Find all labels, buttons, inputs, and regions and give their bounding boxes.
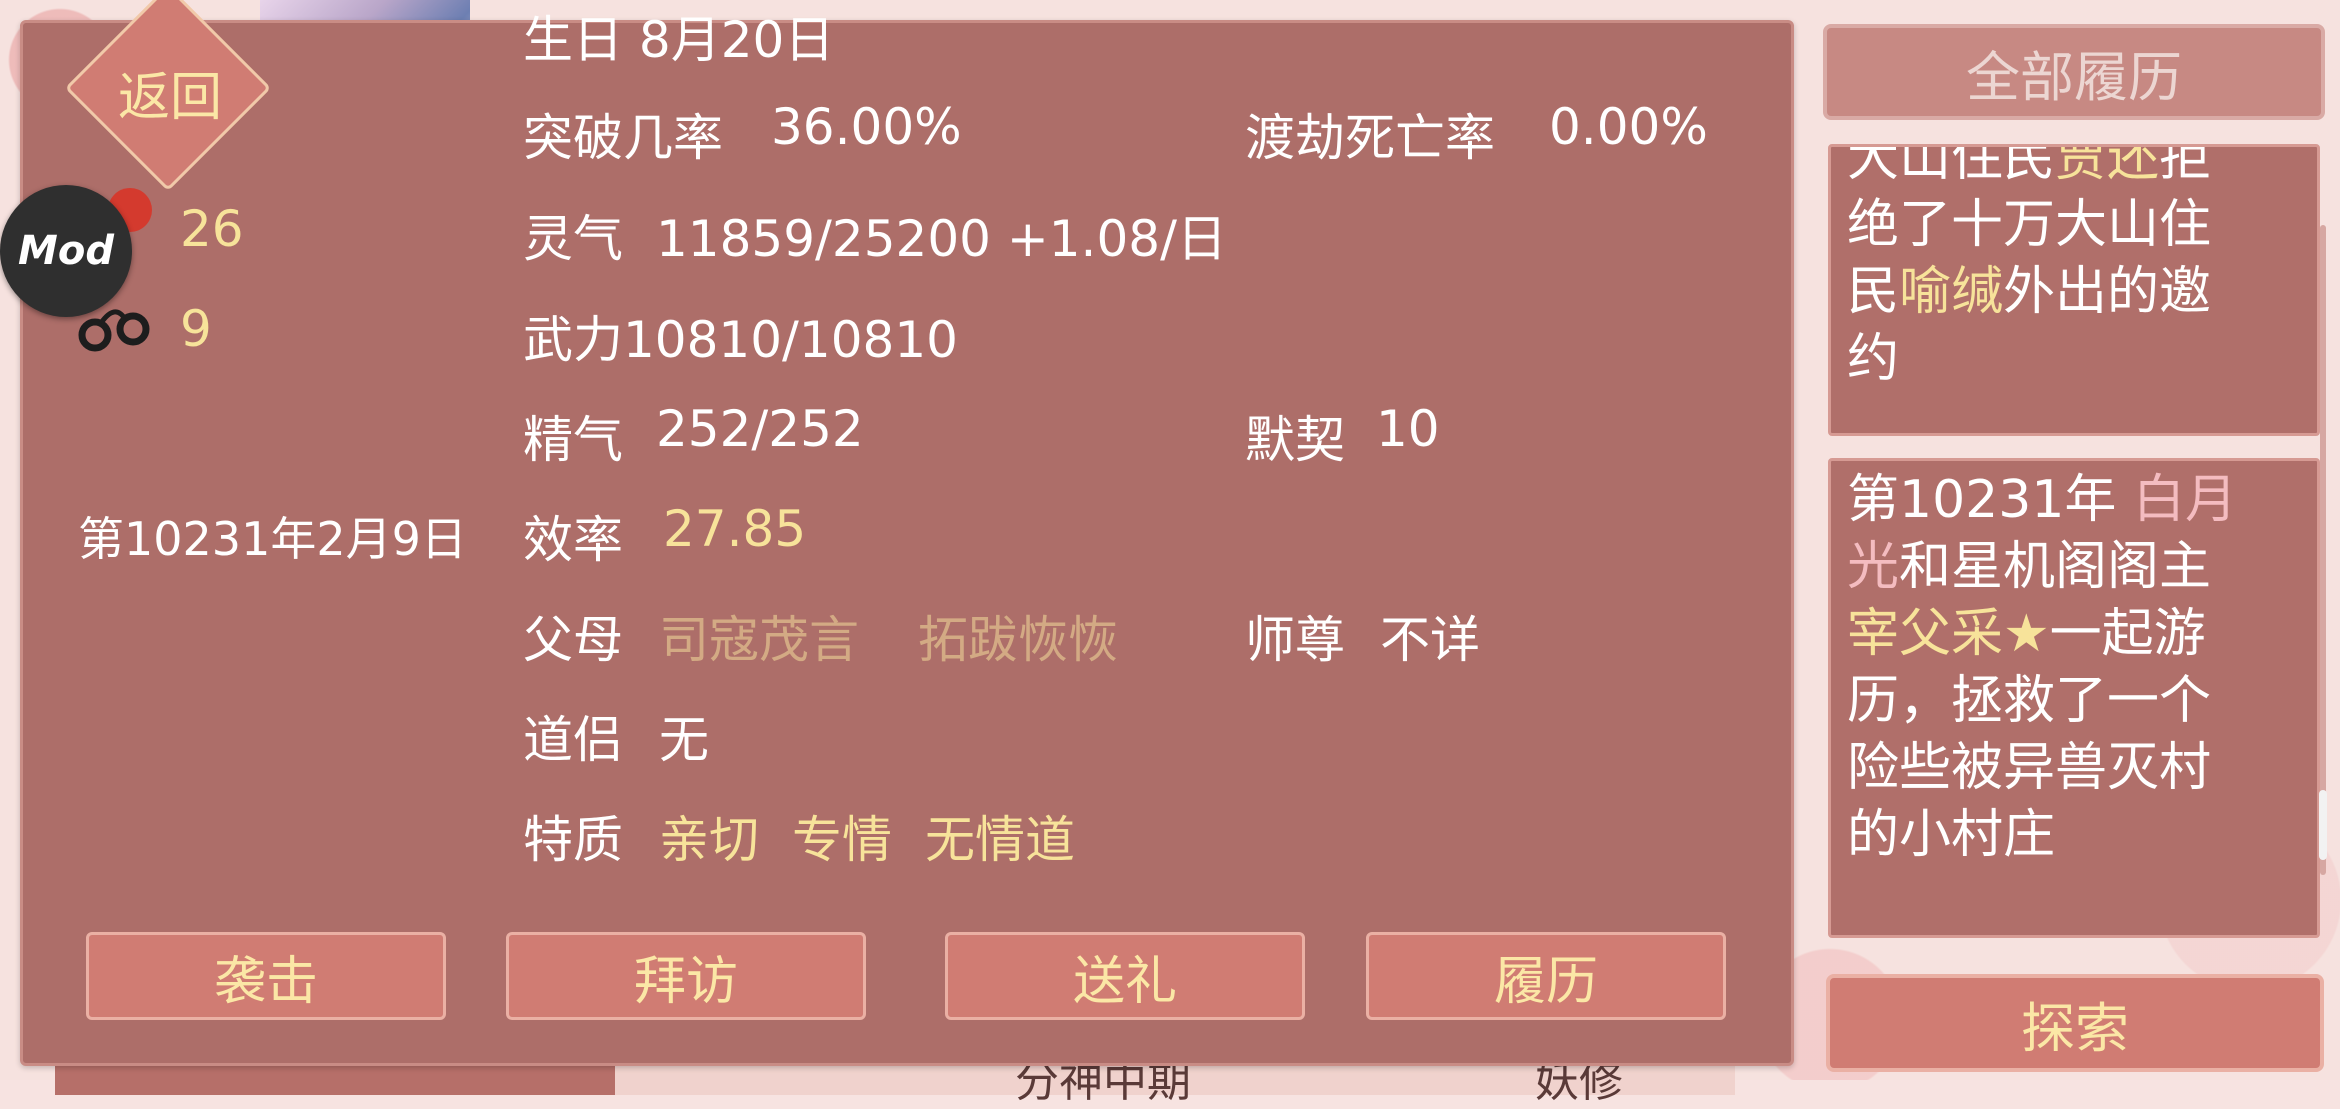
- parents-label: 父母: [523, 611, 623, 669]
- force-stat: 武力10810/10810: [523, 311, 958, 369]
- history-card-2: 第10231年 白月 光和星机阁阁主 宰父采★一起游 历，拯救了一个 险些被异兽…: [1828, 458, 2320, 938]
- history-name-link-1[interactable]: 白月: [2133, 470, 2237, 530]
- tribulation-value: 0.00%: [1549, 98, 1708, 156]
- handcuffs-icon: [78, 309, 150, 352]
- efficiency-value: 27.85: [663, 500, 807, 558]
- history-card-2-line-4: 险些被异兽灭村: [1847, 738, 2212, 798]
- partner-label: 道侣: [523, 711, 623, 769]
- history-card-2-text: 第10231年 白月 光和星机阁阁主 宰父采★一起游 历，拯救了一个 险些被异兽…: [1847, 467, 2299, 869]
- tacit-value: 10: [1376, 400, 1440, 458]
- trait-2[interactable]: 专情: [792, 800, 892, 872]
- history-card-1-line-0: 大山住民贾还拒: [1847, 144, 2212, 188]
- cuff-count: 9: [180, 300, 212, 358]
- essence-label: 精气: [523, 411, 623, 469]
- partner-value: 无: [659, 711, 709, 769]
- explore-button[interactable]: 探索: [1826, 974, 2324, 1072]
- parent-link-1[interactable]: 司寇茂言: [659, 600, 859, 672]
- breakthrough-label: 突破几率: [523, 109, 723, 167]
- essence-value: 252/252: [656, 400, 864, 458]
- back-button-label[interactable]: 返回: [110, 55, 230, 130]
- trait-3[interactable]: 无情道: [925, 800, 1075, 872]
- visit-button[interactable]: 拜访: [506, 932, 866, 1020]
- history-card-2-line-0: 第10231年 白月: [1847, 470, 2237, 530]
- history-scrollbar[interactable]: [2320, 225, 2326, 875]
- history-card-1-line-2: 民喻缄外出的邀: [1847, 262, 2212, 322]
- parent-link-2[interactable]: 拓跋恢恢: [918, 600, 1118, 672]
- spirit-value: 11859/25200 +1.08/日: [656, 210, 1227, 268]
- current-date: 第10231年2月9日: [78, 512, 467, 566]
- history-card-2-line-3: 历，拯救了一个: [1847, 671, 2212, 731]
- master-value: 不详: [1380, 611, 1480, 669]
- spirit-label: 灵气: [523, 210, 623, 268]
- history-name-link[interactable]: 喻缄: [1899, 262, 2003, 322]
- gift-button[interactable]: 送礼: [945, 932, 1305, 1020]
- tacit-label: 默契: [1245, 411, 1345, 469]
- efficiency-label: 效率: [523, 511, 623, 569]
- history-card-2-line-1: 光和星机阁阁主: [1847, 537, 2212, 597]
- history-button[interactable]: 履历: [1366, 932, 1726, 1020]
- all-history-button[interactable]: 全部履历: [1823, 24, 2325, 120]
- history-card-1: 大山住民贾还拒 绝了十万大山住 民喻缄外出的邀 约: [1828, 144, 2320, 436]
- history-card-2-line-2: 宰父采★一起游: [1847, 604, 2206, 664]
- attack-button[interactable]: 袭击: [86, 932, 446, 1020]
- history-card-1-line-1: 绝了十万大山住: [1847, 195, 2212, 255]
- traits-label: 特质: [523, 811, 623, 869]
- heart-count: 26: [180, 200, 244, 258]
- tribulation-label: 渡劫死亡率: [1245, 109, 1495, 167]
- history-card-1-text: 大山住民贾还拒 绝了十万大山住 民喻缄外出的邀 约: [1847, 144, 2299, 393]
- trait-1[interactable]: 亲切: [659, 800, 759, 872]
- history-card-2-line-5: 的小村庄: [1847, 805, 2056, 865]
- master-label: 师尊: [1245, 611, 1345, 669]
- history-scroll-thumb[interactable]: [2319, 790, 2327, 860]
- breakthrough-value: 36.00%: [771, 98, 962, 156]
- birthday: 生日 8月20日: [523, 11, 835, 69]
- history-card-1-line-3: 约: [1847, 329, 1900, 389]
- history-name-link-2[interactable]: 宰父采★: [1847, 604, 2050, 664]
